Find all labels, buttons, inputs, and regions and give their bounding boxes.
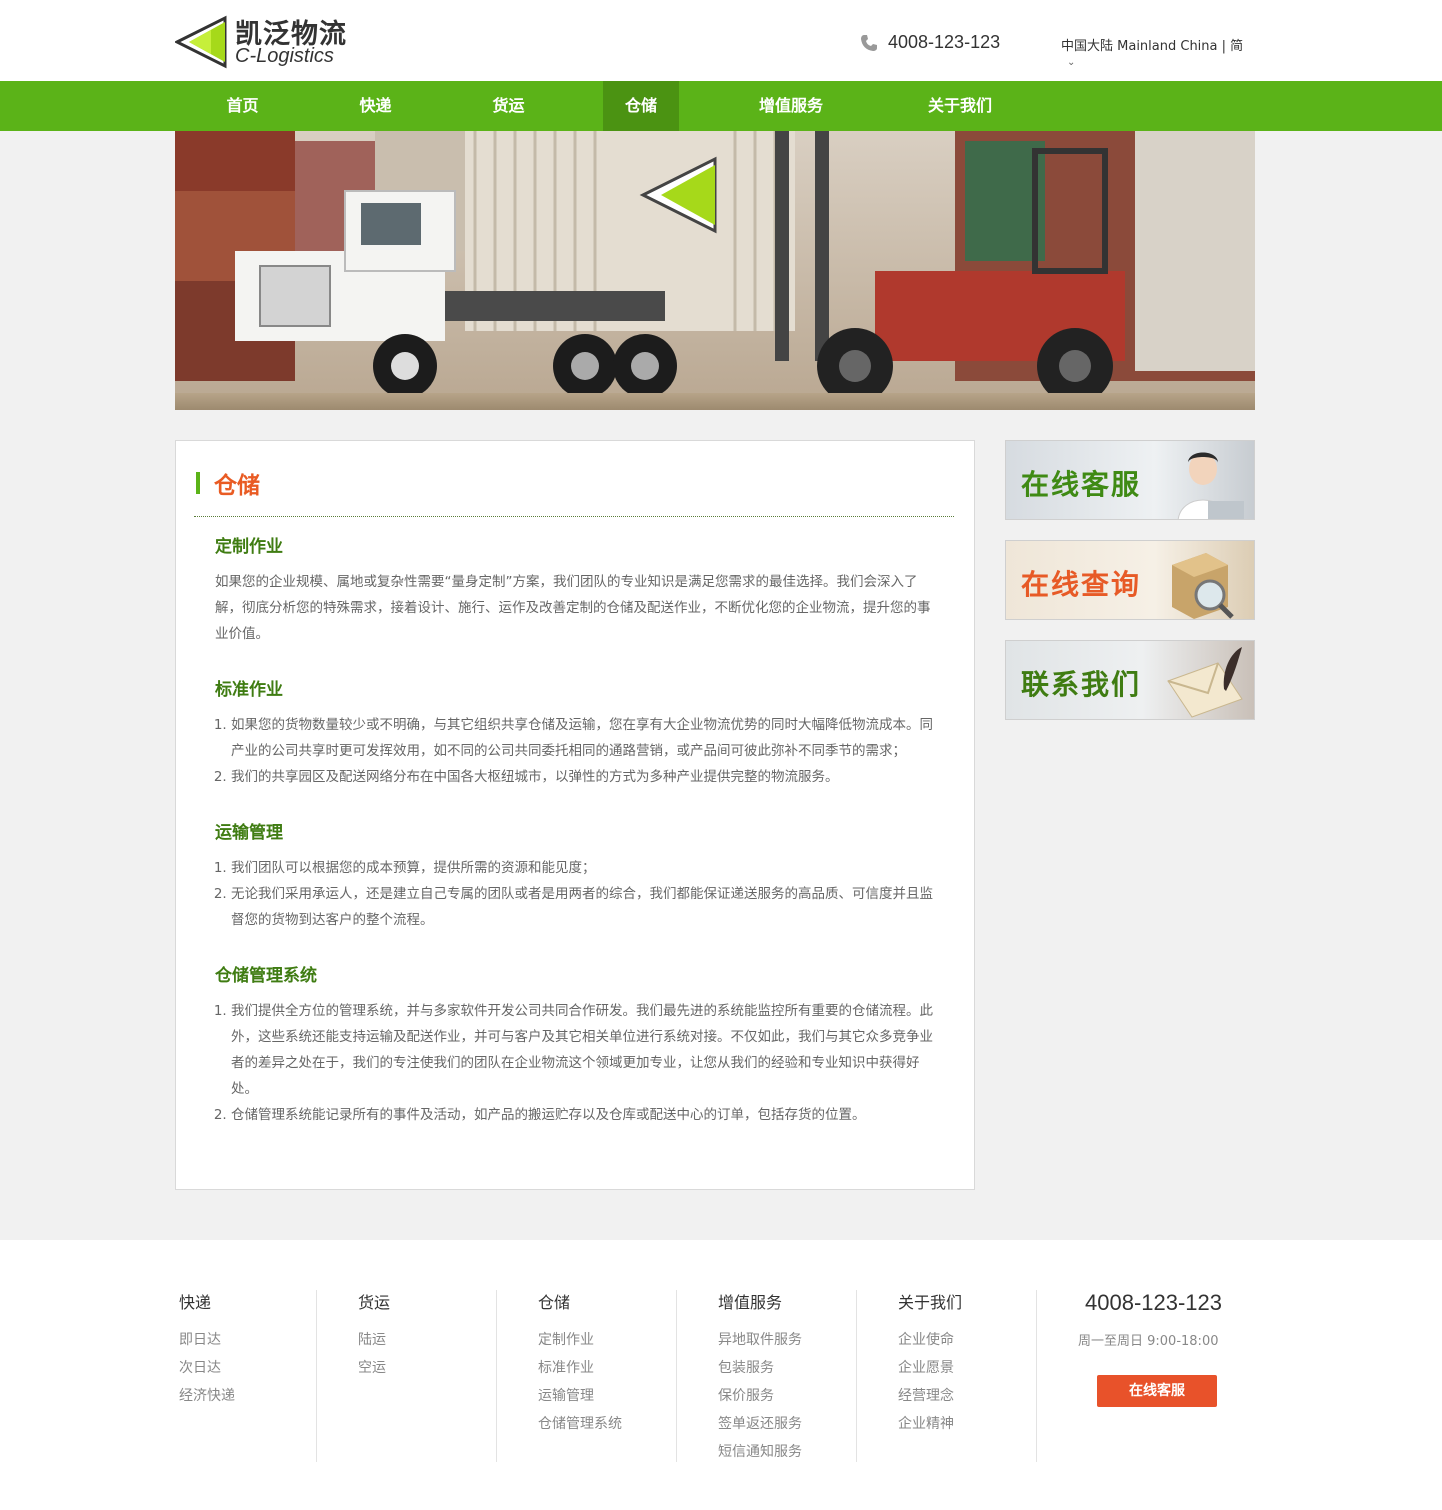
site-logo[interactable]: 凯泛物流 C-Logistics <box>175 12 365 70</box>
footer-link[interactable]: 企业精神 <box>898 1410 962 1438</box>
footer-col-about: 关于我们 企业使命 企业愿景 经营理念 企业精神 <box>898 1292 962 1464</box>
header-phone: 4008-123-123 <box>860 32 1000 53</box>
logo-english-name: C-Logistics <box>235 45 334 67</box>
main-nav: 首页 快递 货运 仓储 增值服务 关于我们 <box>0 81 1442 131</box>
contact-us-banner[interactable]: 联系我们 <box>1005 640 1255 720</box>
section-standard-operation: 标准作业 如果您的货物数量较少或不明确，与其它组织共享仓储及运输，您在享有大企业… <box>215 678 941 790</box>
footer-col-title: 快递 <box>179 1293 212 1312</box>
envelope-quill-icon <box>1167 647 1243 718</box>
footer-link[interactable]: 即日达 <box>179 1326 235 1354</box>
footer-link[interactable]: 空运 <box>358 1354 390 1382</box>
footer-divider <box>316 1290 317 1462</box>
title-divider <box>194 516 954 517</box>
nav-item-label: 快递 <box>359 96 392 115</box>
list-item: 无论我们采用承运人，还是建立自己专属的团队或者是用两者的综合，我们都能保证递送服… <box>231 881 941 933</box>
footer-col-freight: 货运 陆运 空运 <box>358 1292 390 1464</box>
footer-link[interactable]: 仓储管理系统 <box>538 1410 622 1438</box>
list-item: 如果您的货物数量较少或不明确，与其它组织共享仓储及运输，您在享有大企业物流优势的… <box>231 712 941 764</box>
section-paragraph: 如果您的企业规模、属地或复杂性需要“量身定制”方案，我们团队的专业知识是满足您需… <box>215 574 931 642</box>
nav-item-label: 首页 <box>226 96 259 115</box>
header-phone-number: 4008-123-123 <box>888 32 1001 52</box>
article-title: 仓储 <box>196 469 260 499</box>
footer-link[interactable]: 包装服务 <box>718 1354 802 1382</box>
footer-link[interactable]: 陆运 <box>358 1326 390 1354</box>
online-query-label: 在线查询 <box>1021 568 1142 601</box>
footer-link[interactable]: 异地取件服务 <box>718 1326 802 1354</box>
section-heading: 标准作业 <box>215 680 283 700</box>
title-accent-bar <box>196 472 200 494</box>
region-language-selector[interactable]: 中国大陆 Mainland China | 简 ⌄ <box>1061 35 1255 69</box>
logo-triangle-icon <box>175 15 227 69</box>
footer-divider <box>496 1290 497 1462</box>
nav-item-label: 仓储 <box>624 96 657 115</box>
nav-item-label: 增值服务 <box>758 96 823 115</box>
section-heading: 运输管理 <box>215 823 283 843</box>
footer-hours: 周一至周日 9:00-18:00 <box>1078 1334 1219 1349</box>
footer-link[interactable]: 经营理念 <box>898 1382 962 1410</box>
footer-link[interactable]: 签单返还服务 <box>718 1410 802 1438</box>
online-service-label: 在线客服 <box>1021 468 1142 501</box>
online-service-button[interactable]: 在线客服 <box>1097 1375 1217 1407</box>
footer-divider <box>856 1290 857 1462</box>
footer-link[interactable]: 定制作业 <box>538 1326 622 1354</box>
site-footer: 快递 即日达 次日达 经济快递 货运 陆运 空运 仓储 定制作业 标准作业 运输… <box>0 1240 1442 1510</box>
footer-divider <box>676 1290 677 1462</box>
section-wms: 仓储管理系统 我们提供全方位的管理系统，并与多家软件开发公司共同合作研发。我们最… <box>215 964 941 1128</box>
footer-col-title: 关于我们 <box>898 1293 963 1312</box>
site-header: 凯泛物流 C-Logistics 4008-123-123 中国大陆 Mainl… <box>0 0 1442 81</box>
hero-banner <box>175 131 1255 410</box>
nav-item-about[interactable]: 关于我们 <box>910 81 1010 131</box>
main-content: 仓储 定制作业 如果您的企业规模、属地或复杂性需要“量身定制”方案，我们团队的专… <box>175 440 1255 1190</box>
section-heading: 仓储管理系统 <box>215 966 317 986</box>
footer-link[interactable]: 标准作业 <box>538 1354 622 1382</box>
sidebar: 在线客服 在线查询 联系我们 <box>1005 440 1255 740</box>
footer-link[interactable]: 短信通知服务 <box>718 1438 802 1466</box>
section-transport-management: 运输管理 我们团队可以根据您的成本预算，提供所需的资源和能见度； 无论我们采用承… <box>215 821 941 933</box>
footer-link[interactable]: 企业使命 <box>898 1326 962 1354</box>
nav-item-freight[interactable]: 货运 <box>461 81 556 131</box>
nav-item-value-added[interactable]: 增值服务 <box>741 81 841 131</box>
footer-link[interactable]: 经济快递 <box>179 1382 235 1410</box>
list-item: 我们提供全方位的管理系统，并与多家软件开发公司共同合作研发。我们最先进的系统能监… <box>231 998 941 1102</box>
list-item: 我们的共享园区及配送网络分布在中国各大枢纽城市，以弹性的方式为多种产业提供完整的… <box>231 764 941 790</box>
section-heading: 定制作业 <box>215 537 283 557</box>
section-custom-operation: 定制作业 如果您的企业规模、属地或复杂性需要“量身定制”方案，我们团队的专业知识… <box>215 535 941 647</box>
banner-truck-image <box>175 131 1255 410</box>
list-item: 仓储管理系统能记录所有的事件及活动，如产品的搬运贮存以及仓库或配送中心的订单，包… <box>231 1102 941 1128</box>
contact-us-label: 联系我们 <box>1021 668 1142 701</box>
footer-col-title: 货运 <box>358 1293 391 1312</box>
customer-service-agent-icon <box>1177 452 1244 519</box>
package-magnifier-icon <box>1172 553 1234 619</box>
chevron-down-icon: ⌄ <box>1067 57 1076 68</box>
phone-icon <box>861 34 877 51</box>
nav-item-label: 关于我们 <box>927 96 992 115</box>
footer-link[interactable]: 保价服务 <box>718 1382 802 1410</box>
page-title: 仓储 <box>214 473 260 499</box>
footer-link[interactable]: 次日达 <box>179 1354 235 1382</box>
footer-divider <box>1036 1290 1037 1462</box>
article-body: 定制作业 如果您的企业规模、属地或复杂性需要“量身定制”方案，我们团队的专业知识… <box>215 535 941 1152</box>
footer-col-express: 快递 即日达 次日达 经济快递 <box>179 1292 235 1464</box>
footer-phone: 4008-123-123 <box>1085 1290 1223 1315</box>
nav-item-warehousing[interactable]: 仓储 <box>603 81 679 131</box>
region-label: 中国大陆 Mainland China | 简 <box>1061 39 1244 54</box>
footer-link[interactable]: 企业愿景 <box>898 1354 962 1382</box>
footer-col-title: 增值服务 <box>718 1293 783 1312</box>
footer-col-title: 仓储 <box>538 1293 571 1312</box>
online-service-banner[interactable]: 在线客服 <box>1005 440 1255 520</box>
nav-item-home[interactable]: 首页 <box>195 81 290 131</box>
footer-col-value-added: 增值服务 异地取件服务 包装服务 保价服务 签单返还服务 短信通知服务 <box>718 1292 802 1464</box>
footer-link[interactable]: 运输管理 <box>538 1382 622 1410</box>
online-query-banner[interactable]: 在线查询 <box>1005 540 1255 620</box>
footer-col-warehousing: 仓储 定制作业 标准作业 运输管理 仓储管理系统 <box>538 1292 622 1464</box>
nav-item-label: 货运 <box>492 96 525 115</box>
article-panel: 仓储 定制作业 如果您的企业规模、属地或复杂性需要“量身定制”方案，我们团队的专… <box>175 440 975 1190</box>
nav-item-express[interactable]: 快递 <box>328 81 423 131</box>
list-item: 我们团队可以根据您的成本预算，提供所需的资源和能见度； <box>231 855 941 881</box>
